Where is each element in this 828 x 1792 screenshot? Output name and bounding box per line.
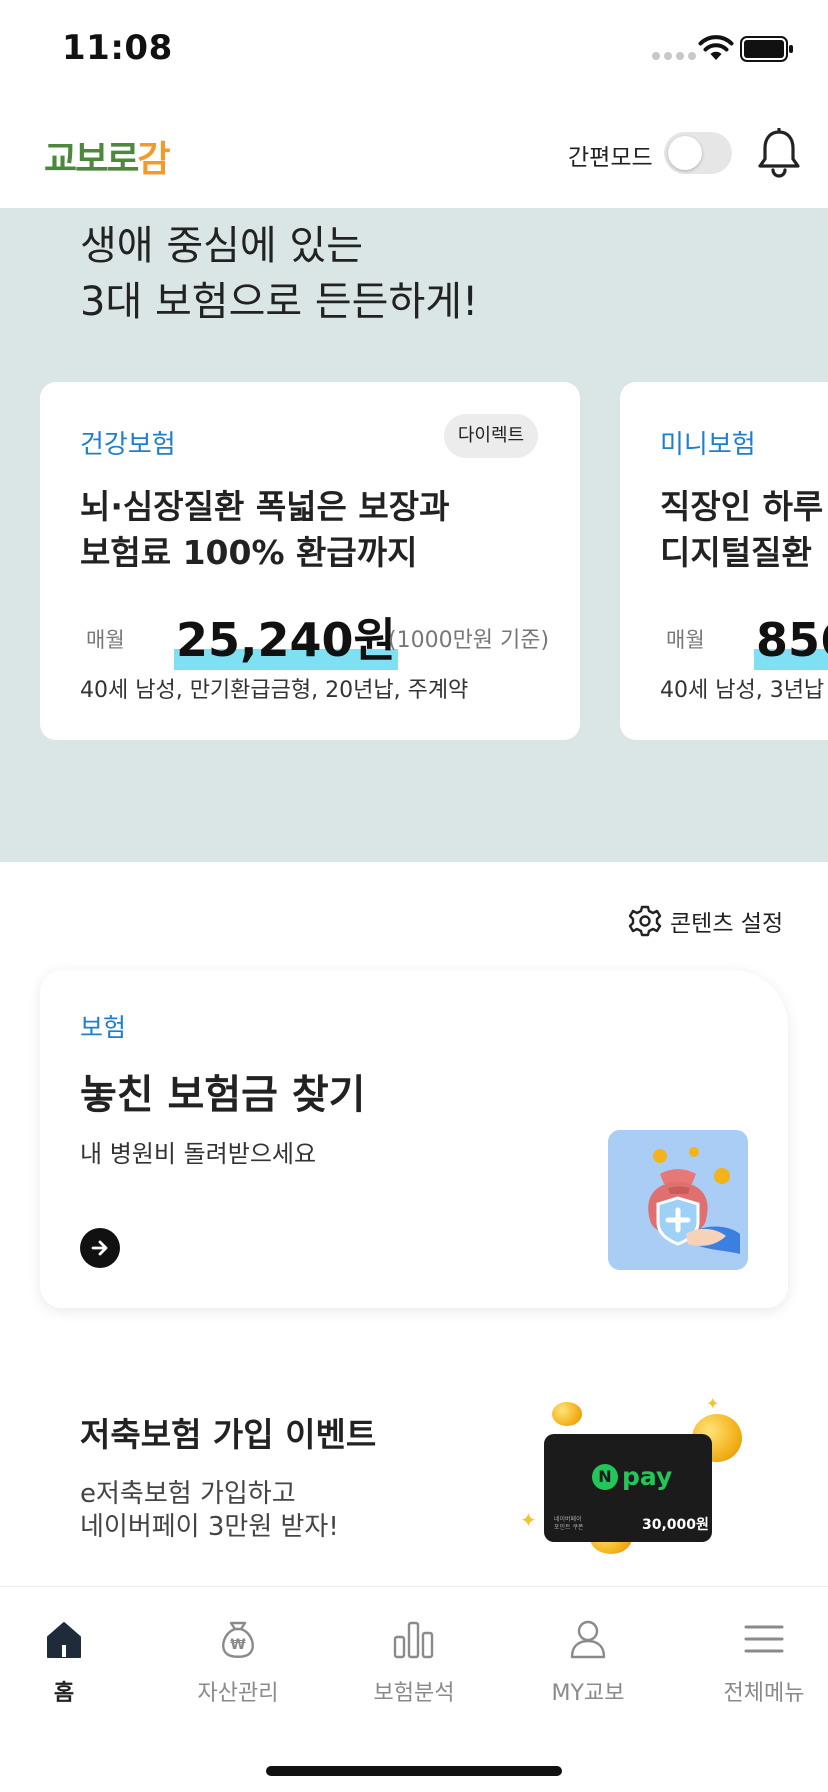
brand-logo[interactable]: 교보로감 [44, 130, 171, 182]
tab-home[interactable]: 홈 [0, 1617, 134, 1717]
card-detail: 40세 남성, 만기환급금형, 20년납, 주계약 [80, 678, 469, 703]
sparkle-icon: ✦ [520, 1508, 537, 1532]
menu-icon [744, 1625, 784, 1653]
tab-label: 전체메뉴 [723, 1681, 805, 1706]
status-bar: 11:08 [0, 0, 828, 100]
toggle-knob [668, 136, 702, 170]
brand-logo-main: 교보로 [44, 139, 139, 180]
npay-fine-print: 네이버페이 포인트 쿠폰 [554, 1516, 614, 1532]
arrow-right-icon [91, 1240, 108, 1256]
content-settings-label: 콘텐츠 설정 [670, 911, 784, 937]
card-category: 미니보험 [660, 430, 756, 460]
price-note: (1000만원 기준) [388, 628, 550, 653]
hero-section: 생애 중심에 있는 3대 보험으로 든든하게! 건강보험 다이렉트 뇌·심장질환… [0, 208, 828, 862]
direct-badge: 다이렉트 [444, 414, 538, 458]
person-icon [570, 1620, 606, 1659]
svg-text:₩: ₩ [230, 1637, 246, 1653]
tab-label: 자산관리 [197, 1681, 279, 1706]
price-prefix: 매월 [86, 628, 125, 652]
battery-icon [740, 36, 793, 62]
card-title: 직장인 하루 디지털질환 [660, 484, 823, 576]
savings-insurance-event-banner[interactable]: 저축보험 가입 이벤트 e저축보험 가입하고 네이버페이 3만원 받자! ✦ ✦… [0, 1360, 828, 1580]
tab-all-menu[interactable]: 전체메뉴 [694, 1617, 828, 1717]
npay-fine-print-2: 포인트 쿠폰 [554, 1524, 584, 1531]
gear-icon [628, 905, 662, 937]
npay-logo: N pay [592, 1462, 672, 1491]
tab-label: 보험분석 [373, 1681, 455, 1706]
card-title-line2: 보험료 100% 환급까지 [80, 533, 418, 572]
simple-mode-label: 간편모드 [568, 145, 653, 171]
npay-logo-text: pay [622, 1462, 673, 1491]
card-detail: 40세 남성, 3년납 [660, 678, 825, 703]
bar-chart-icon [393, 1621, 434, 1659]
bottom-tab-bar: 홈 ₩ 자산관리 보험분석 MY교보 전체메뉴 [0, 1586, 828, 1792]
sparkle-icon: ✦ [706, 1394, 720, 1413]
feature-subtitle: 내 병원비 돌려받으세요 [80, 1140, 317, 1168]
cellular-signal-icon [652, 52, 696, 60]
card-category: 건강보험 [80, 430, 176, 460]
price-amount: 25,240원 [174, 604, 398, 670]
promo-desc: e저축보험 가입하고 네이버페이 3만원 받자! [80, 1478, 339, 1544]
naver-pay-card: N pay 네이버페이 포인트 쿠폰 30,000원 [544, 1434, 712, 1542]
bell-icon[interactable] [756, 128, 802, 178]
npay-amount: 30,000원 [642, 1517, 709, 1533]
promo-desc-line2: 네이버페이 3만원 받자! [80, 1512, 339, 1542]
moneybag-shield-illustration [608, 1130, 748, 1270]
price-prefix: 매월 [666, 628, 705, 652]
tab-asset-management[interactable]: ₩ 자산관리 [168, 1617, 308, 1717]
tab-label: 홈 [53, 1681, 75, 1706]
brand-logo-accent: 감 [137, 139, 170, 180]
find-missed-insurance-card[interactable]: 보험 놓친 보험금 찾기 내 병원비 돌려받으세요 [40, 970, 788, 1308]
hero-heading-line2: 3대 보험으로 든든하게! [80, 279, 479, 325]
feature-category: 보험 [80, 1013, 127, 1042]
card-title-line1: 뇌·심장질환 폭넓은 보장과 [80, 487, 450, 526]
app-header: 교보로감 간편모드 [0, 100, 828, 208]
card-title-line1: 직장인 하루 [660, 487, 824, 526]
price-amount: 856원 [754, 604, 828, 670]
wifi-icon [698, 35, 734, 60]
tab-insurance-analysis[interactable]: 보험분석 [344, 1617, 484, 1717]
feature-title: 놓친 보험금 찾기 [80, 1072, 366, 1118]
card-title-line2: 디지털질환 [660, 533, 812, 572]
arrow-right-button[interactable] [80, 1228, 120, 1268]
product-card-mini[interactable]: 미니보험 직장인 하루 디지털질환 매월 856원 40세 남성, 3년납 [620, 382, 828, 740]
tab-my-kyobo[interactable]: MY교보 [518, 1617, 658, 1717]
coin-icon [552, 1402, 582, 1426]
status-time: 11:08 [62, 28, 173, 68]
content-settings-button[interactable]: 콘텐츠 설정 [628, 904, 783, 938]
home-indicator [266, 1766, 562, 1776]
product-card-health[interactable]: 건강보험 다이렉트 뇌·심장질환 폭넓은 보장과 보험료 100% 환급까지 매… [40, 382, 580, 740]
npay-n-icon: N [592, 1463, 618, 1490]
card-title: 뇌·심장질환 폭넓은 보장과 보험료 100% 환급까지 [80, 484, 449, 576]
promo-title: 저축보험 가입 이벤트 [80, 1415, 377, 1454]
npay-fine-print-1: 네이버페이 [554, 1516, 582, 1523]
promo-desc-line1: e저축보험 가입하고 [80, 1479, 296, 1509]
asset-bag-icon: ₩ [222, 1621, 254, 1658]
tab-label: MY교보 [551, 1681, 625, 1706]
hero-heading-line1: 생애 중심에 있는 [80, 223, 364, 269]
home-icon [47, 1622, 81, 1658]
hero-heading: 생애 중심에 있는 3대 보험으로 든든하게! [80, 218, 478, 330]
simple-mode-toggle[interactable] [664, 132, 732, 174]
